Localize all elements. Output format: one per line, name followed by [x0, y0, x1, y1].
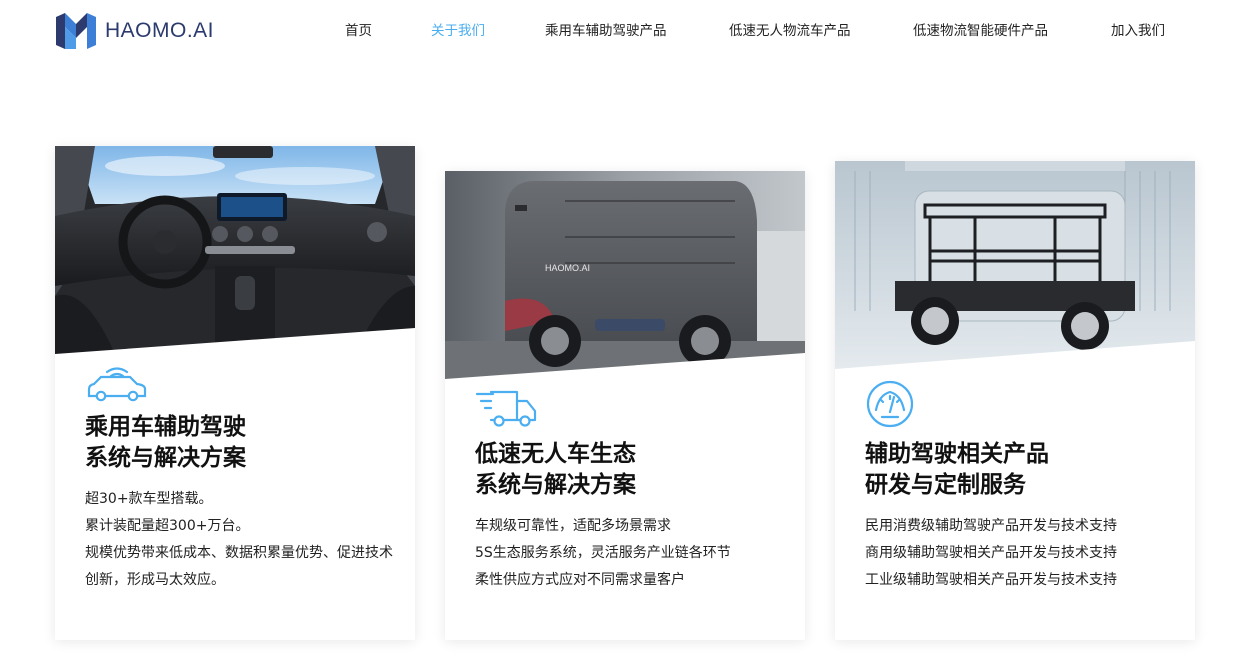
card-text-line: 商用级辅助驾驶相关产品开发与技术支持 [865, 545, 1117, 561]
card-title: 乘用车辅助驾驶 系统与解决方案 [85, 412, 395, 474]
site-header: HAOMO.AI 首页 关于我们 乘用车辅助驾驶产品 低速无人物流车产品 低速物… [0, 0, 1234, 64]
nav-logistics-hardware[interactable]: 低速物流智能硬件产品 [913, 21, 1048, 41]
card-text-line: 柔性供应方式应对不同需求量客户 [475, 572, 685, 588]
card-title: 低速无人车生态 系统与解决方案 [475, 439, 785, 501]
card-text-line: 工业级辅助驾驶相关产品开发与技术支持 [865, 572, 1117, 588]
card-text-line: 民用消费级辅助驾驶产品开发与技术支持 [865, 518, 1117, 534]
vehicle-chassis-photo [835, 161, 1195, 369]
card-text-line: 超30+款车型搭载。 [85, 491, 213, 507]
card-body: 低速无人车生态 系统与解决方案 车规级可靠性，适配多场景需求 5S生态服务系统，… [475, 389, 785, 594]
card-text-line: 车规级可靠性，适配多场景需求 [475, 518, 671, 534]
delivery-vehicle-photo: HAOMO.AI [445, 171, 805, 379]
speedometer-icon [866, 380, 914, 428]
nav-home[interactable]: 首页 [345, 21, 372, 41]
product-card-adas-rnd[interactable]: 辅助驾驶相关产品 研发与定制服务 民用消费级辅助驾驶产品开发与技术支持 商用级辅… [835, 161, 1195, 640]
card-text-line: 累计装配量超300+万台。 [85, 518, 250, 534]
vehicle-brand-text: HAOMO.AI [545, 263, 590, 273]
nav-join-us[interactable]: 加入我们 [1111, 21, 1165, 41]
card-text-line: 5S生态服务系统，灵活服务产业链各环节 [475, 545, 731, 561]
product-card-passenger-adas[interactable]: 乘用车辅助驾驶 系统与解决方案 超30+款车型搭载。 累计装配量超300+万台。… [55, 146, 415, 640]
connected-car-icon [87, 367, 147, 402]
nav-about[interactable]: 关于我们 [431, 21, 485, 41]
card-text-line: 规模优势带来低成本、数据积累量优势、促进技术创新，形成马太效应。 [85, 545, 393, 588]
card-title-line: 乘用车辅助驾驶 [85, 414, 246, 440]
card-title-line: 低速无人车生态 [475, 441, 636, 467]
product-card-lowspeed-logistics[interactable]: HAOMO.AI 低速无人车生态 系统与解决方案 车规级可靠性，适配多场景需求 … [445, 171, 805, 640]
card-description: 车规级可靠性，适配多场景需求 5S生态服务系统，灵活服务产业链各环节 柔性供应方… [475, 513, 785, 594]
card-title-line: 系统与解决方案 [475, 472, 636, 498]
delivery-truck-icon [475, 390, 537, 427]
card-body: 辅助驾驶相关产品 研发与定制服务 民用消费级辅助驾驶产品开发与技术支持 商用级辅… [865, 379, 1175, 594]
card-title-line: 辅助驾驶相关产品 [865, 441, 1049, 467]
main-nav: 首页 关于我们 乘用车辅助驾驶产品 低速无人物流车产品 低速物流智能硬件产品 加… [0, 21, 1234, 41]
nav-passenger-adas[interactable]: 乘用车辅助驾驶产品 [545, 21, 667, 41]
card-description: 民用消费级辅助驾驶产品开发与技术支持 商用级辅助驾驶相关产品开发与技术支持 工业… [865, 513, 1175, 594]
card-title-line: 系统与解决方案 [85, 445, 246, 471]
card-title: 辅助驾驶相关产品 研发与定制服务 [865, 439, 1175, 501]
card-title-line: 研发与定制服务 [865, 472, 1026, 498]
card-description: 超30+款车型搭载。 累计装配量超300+万台。 规模优势带来低成本、数据积累量… [85, 486, 395, 594]
card-body: 乘用车辅助驾驶 系统与解决方案 超30+款车型搭载。 累计装配量超300+万台。… [85, 364, 395, 594]
car-interior-dashboard-photo [55, 146, 415, 354]
nav-lowspeed-logistics-vehicle[interactable]: 低速无人物流车产品 [729, 21, 851, 41]
